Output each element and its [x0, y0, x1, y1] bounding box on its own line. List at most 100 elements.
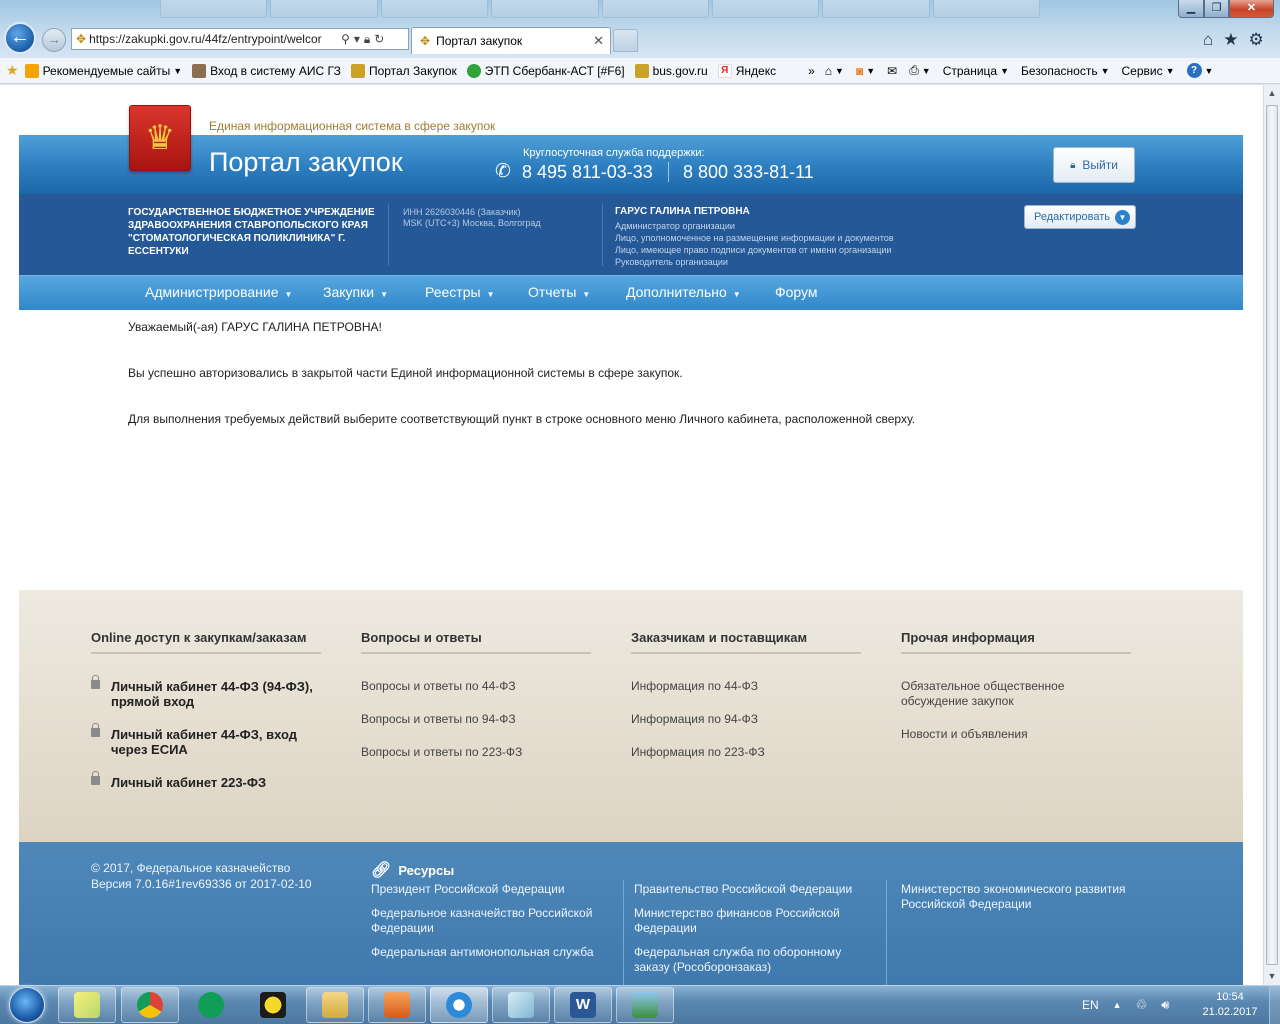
- notes-icon: [508, 992, 534, 1018]
- taskbar-app-hangouts[interactable]: [182, 987, 240, 1023]
- refresh-icon[interactable]: ↻: [374, 32, 384, 47]
- forward-button[interactable]: →: [42, 28, 66, 52]
- background-tab[interactable]: [932, 0, 1040, 18]
- vertical-scrollbar[interactable]: ▲ ▼: [1263, 85, 1280, 985]
- footer-link[interactable]: Вопросы и ответы по 44-ФЗ: [361, 679, 591, 694]
- footer-link-cabinet-esia[interactable]: Личный кабинет 44-ФЗ, вход через ЕСИА: [91, 723, 321, 757]
- start-button[interactable]: [2, 986, 52, 1024]
- menu-administration[interactable]: Администрирование ▼: [145, 276, 292, 310]
- footer-link[interactable]: Вопросы и ответы по 94-ФЗ: [361, 712, 591, 727]
- favorite-label: Рекомендуемые сайты: [42, 63, 171, 78]
- resource-link[interactable]: Правительство Российской Федерации: [634, 882, 874, 897]
- lock-icon[interactable]: 🔒︎: [364, 32, 370, 47]
- footer-link[interactable]: Информация по 94-ФЗ: [631, 712, 861, 727]
- portal-title[interactable]: Портал закупок: [209, 147, 403, 178]
- more-favorites-icon[interactable]: »: [808, 64, 815, 78]
- user-name: ГАРУС ГАЛИНА ПЕТРОВНА: [615, 206, 750, 217]
- resource-link[interactable]: Федеральная служба по оборонному заказу …: [634, 945, 874, 975]
- footer-link-cabinet-44[interactable]: Личный кабинет 44-ФЗ (94-ФЗ), прямой вхо…: [91, 675, 321, 709]
- taskbar-app-ie[interactable]: [430, 987, 488, 1023]
- taskbar-app-notes[interactable]: [492, 987, 550, 1023]
- language-indicator[interactable]: EN: [1082, 998, 1099, 1012]
- background-tab[interactable]: [491, 0, 599, 18]
- taskbar-app-explorer[interactable]: [306, 987, 364, 1023]
- tab-close-icon[interactable]: ✕: [593, 33, 604, 49]
- taskbar-app-media[interactable]: [368, 987, 426, 1023]
- tools-menu[interactable]: Сервис ▼: [1122, 64, 1175, 78]
- dropdown-icon[interactable]: ▾: [354, 32, 360, 47]
- gear-icon[interactable]: ⚙: [1249, 30, 1264, 50]
- background-tab[interactable]: [380, 0, 489, 18]
- background-tab[interactable]: [822, 0, 930, 18]
- favorite-recommended[interactable]: Рекомендуемые сайты ▼: [24, 63, 182, 78]
- page-menu[interactable]: Страница ▼: [943, 64, 1009, 78]
- resources-column-2: Правительство Российской Федерации Минис…: [634, 882, 874, 984]
- close-window-button[interactable]: ✕: [1229, 0, 1274, 18]
- clock[interactable]: 10:54 21.02.2017: [1195, 990, 1265, 1020]
- scroll-thumb[interactable]: [1266, 105, 1278, 965]
- footer-link[interactable]: Новости и объявления: [901, 727, 1131, 742]
- network-icon[interactable]: ♲: [1136, 997, 1148, 1013]
- background-tab[interactable]: [270, 0, 378, 18]
- footer-link[interactable]: Информация по 44-ФЗ: [631, 679, 861, 694]
- mail-menu[interactable]: ✉: [887, 64, 897, 78]
- help-menu[interactable]: ? ▼: [1186, 63, 1213, 78]
- menu-additional[interactable]: Дополнительно ▼: [626, 276, 741, 310]
- new-tab-button[interactable]: [613, 29, 638, 52]
- menu-forum[interactable]: Форум: [775, 276, 818, 310]
- menu-purchases[interactable]: Закупки ▼: [323, 276, 388, 310]
- favorite-sber[interactable]: ЭТП Сбербанк-АСТ [#F6]: [466, 63, 625, 78]
- add-favorite-icon[interactable]: ★: [6, 62, 19, 79]
- menu-registries[interactable]: Реестры ▼: [425, 276, 494, 310]
- taskbar-app-batman[interactable]: [244, 987, 302, 1023]
- resource-link[interactable]: Федеральная антимонопольная служба: [371, 945, 611, 960]
- volume-icon[interactable]: 🔊︎: [1161, 997, 1169, 1013]
- chevron-down-icon: ▼: [380, 290, 388, 299]
- favorite-portal[interactable]: Портал Закупок: [350, 63, 457, 78]
- taskbar-app-word[interactable]: W: [554, 987, 612, 1023]
- logout-button[interactable]: 🔒︎ Выйти: [1053, 147, 1135, 183]
- edit-profile-button[interactable]: Редактировать ▼: [1024, 205, 1136, 229]
- footer-column-title: Прочая информация: [901, 630, 1131, 654]
- footer-link[interactable]: Информация по 223-ФЗ: [631, 745, 861, 760]
- taskbar-app-sticky-notes[interactable]: [58, 987, 116, 1023]
- home-icon[interactable]: ⌂: [1203, 30, 1213, 50]
- scroll-down-icon[interactable]: ▼: [1264, 968, 1280, 985]
- favorite-ais[interactable]: Вход в систему АИС ГЗ: [192, 63, 341, 78]
- background-tab[interactable]: [711, 0, 820, 18]
- minimize-button[interactable]: ▁: [1178, 0, 1204, 18]
- footer-link-cabinet-223[interactable]: Личный кабинет 223-ФЗ: [91, 771, 321, 790]
- back-button[interactable]: ←: [4, 22, 36, 54]
- picture-icon: [632, 992, 658, 1018]
- taskbar-app-chrome[interactable]: [121, 987, 179, 1023]
- scroll-up-icon[interactable]: ▲: [1264, 85, 1280, 102]
- tray-expand-icon[interactable]: ▲: [1113, 1000, 1122, 1010]
- taskbar-app-picture-viewer[interactable]: [616, 987, 674, 1023]
- system-tray: EN ▲ ♲ 🔊︎: [1082, 986, 1169, 1024]
- resource-link[interactable]: Министерство экономического развития Рос…: [901, 882, 1151, 912]
- address-url[interactable]: https://zakupki.gov.ru/44fz/entrypoint/w…: [89, 32, 337, 46]
- show-desktop-button[interactable]: [1269, 986, 1280, 1024]
- background-tab[interactable]: [160, 0, 268, 18]
- favorite-bus[interactable]: bus.gov.ru: [634, 63, 708, 78]
- feeds-menu[interactable]: ◙ ▼: [856, 64, 875, 78]
- security-menu[interactable]: Безопасность ▼: [1021, 64, 1109, 78]
- address-bar[interactable]: ✥ https://zakupki.gov.ru/44fz/entrypoint…: [71, 28, 409, 50]
- search-icon[interactable]: ⚲: [341, 32, 350, 47]
- background-tab[interactable]: [601, 0, 709, 18]
- active-tab[interactable]: ✥ Портал закупок ✕: [411, 27, 611, 54]
- maximize-button[interactable]: ❐: [1204, 0, 1229, 18]
- resource-link[interactable]: Президент Российской Федерации: [371, 882, 611, 897]
- resource-link[interactable]: Федеральное казначейство Российской Феде…: [371, 906, 611, 936]
- footer-link[interactable]: Обязательное общественное обсуждение зак…: [901, 679, 1131, 709]
- organization-bar: ГОСУДАРСТВЕННОЕ БЮДЖЕТНОЕ УЧРЕЖДЕНИЕ ЗДР…: [19, 194, 1243, 275]
- print-menu[interactable]: ⎙ ▼: [909, 63, 931, 78]
- menu-reports[interactable]: Отчеты ▼: [528, 276, 590, 310]
- bat-signal-icon: [260, 992, 286, 1018]
- coat-of-arms-logo[interactable]: ♛: [129, 105, 191, 171]
- footer-link[interactable]: Вопросы и ответы по 223-ФЗ: [361, 745, 591, 760]
- resource-link[interactable]: Министерство финансов Российской Федерац…: [634, 906, 874, 936]
- home-menu[interactable]: ⌂ ▼: [825, 64, 844, 78]
- favorite-yandex[interactable]: Я Яндекс: [717, 63, 776, 78]
- favorites-star-icon[interactable]: ★: [1223, 30, 1238, 50]
